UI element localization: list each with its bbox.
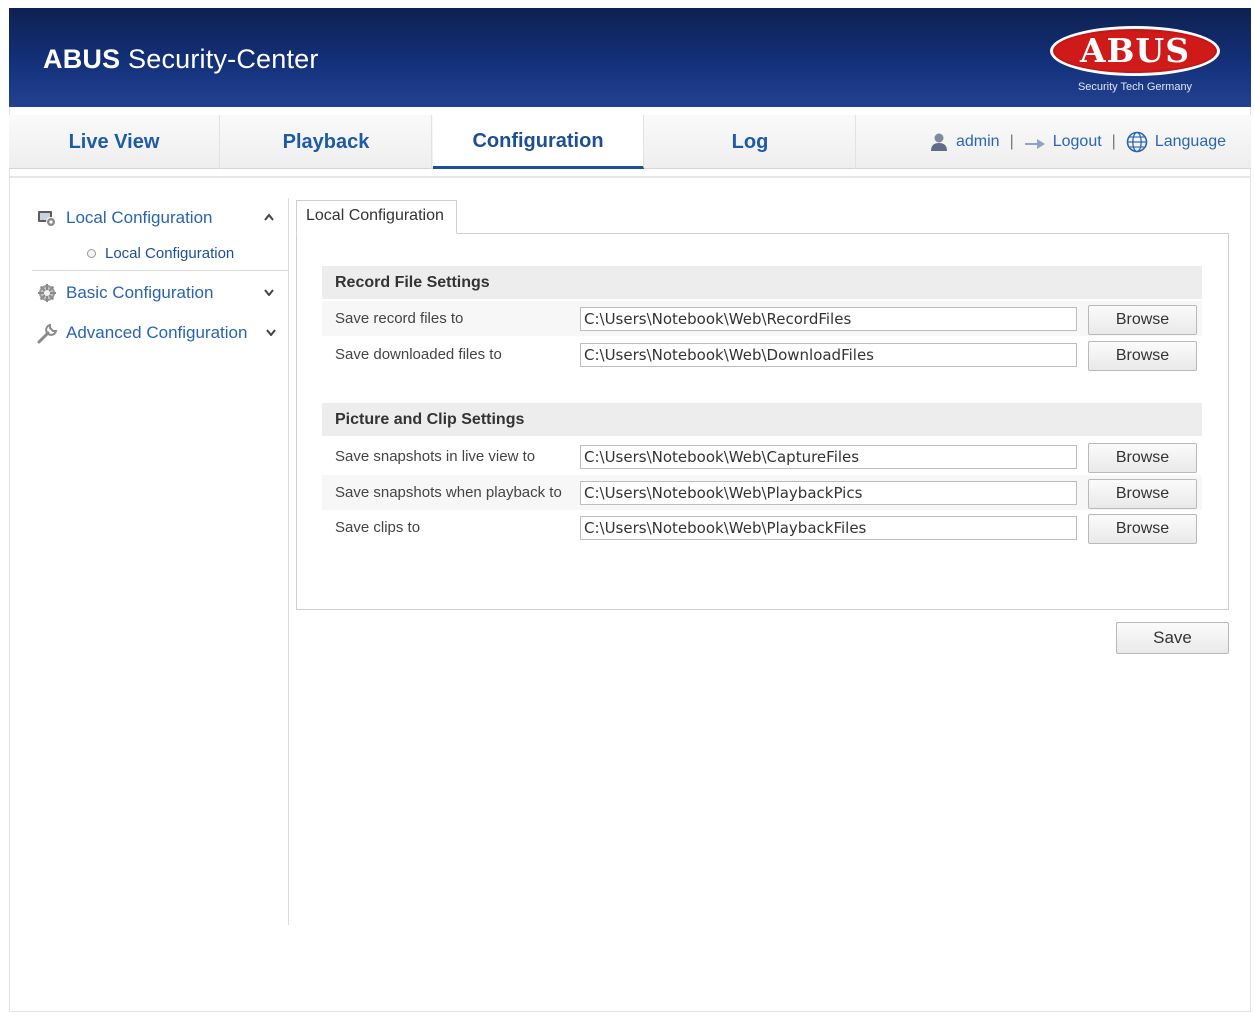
globe-icon xyxy=(1126,131,1148,153)
separator: | xyxy=(1111,133,1116,150)
row-label: Save record files to xyxy=(335,310,464,327)
row-label: Save snapshots when playback to xyxy=(335,484,562,501)
record-files-path-input[interactable] xyxy=(580,307,1077,331)
row-label: Save snapshots in live view to xyxy=(335,448,536,465)
browse-button[interactable]: Browse xyxy=(1088,514,1197,544)
tab-live-view[interactable]: Live View xyxy=(9,115,220,169)
browse-button[interactable]: Browse xyxy=(1088,479,1197,509)
settings-row: Save record files to Browse xyxy=(322,301,1202,336)
abus-logo: ABUS Security Tech Germany xyxy=(1050,26,1220,96)
settings-row: Save clips to Browse xyxy=(322,510,1202,545)
sidebar-item-label: Advanced Configuration xyxy=(66,323,248,342)
header-banner: ABUS Security-Center ABUS Security Tech … xyxy=(9,8,1251,107)
app-title-text: Security-Center xyxy=(128,44,319,74)
browse-button[interactable]: Browse xyxy=(1088,341,1197,371)
live-snapshots-path-input[interactable] xyxy=(580,445,1077,469)
tab-log-label: Log xyxy=(731,130,769,153)
chevron-up-icon xyxy=(264,210,274,224)
sidebar-item-label: Local Configuration xyxy=(66,208,213,227)
row-label: Save clips to xyxy=(335,519,421,536)
logout-icon xyxy=(1024,134,1046,150)
language-label: Language xyxy=(1154,133,1227,150)
chevron-down-icon xyxy=(264,285,274,299)
save-button[interactable]: Save xyxy=(1116,622,1229,654)
sidebar-subitem-local-configuration[interactable]: Local Configuration xyxy=(32,238,288,268)
section-header-record-file-settings: Record File Settings xyxy=(322,266,1202,299)
logout-link[interactable]: Logout xyxy=(1024,133,1102,151)
tab-playback-label: Playback xyxy=(282,130,370,153)
settings-row: Save snapshots in live view to Browse xyxy=(322,439,1202,474)
gear-icon xyxy=(37,283,59,303)
main-nav: Live View Playback Configuration Log adm… xyxy=(9,115,1251,169)
app-title: ABUS Security-Center xyxy=(43,44,319,75)
sidebar-item-basic-configuration[interactable]: Basic Configuration xyxy=(32,273,288,313)
user-menu[interactable]: admin xyxy=(929,132,1000,152)
tab-configuration-label: Configuration xyxy=(472,130,604,152)
user-icon xyxy=(929,132,949,152)
user-area: admin | Logout | Language xyxy=(929,115,1226,169)
logout-label: Logout xyxy=(1052,133,1102,150)
playback-snapshots-path-input[interactable] xyxy=(580,481,1077,505)
sidebar-divider xyxy=(32,270,288,271)
chevron-down-icon xyxy=(266,325,276,339)
tab-configuration[interactable]: Configuration xyxy=(433,115,644,169)
local-config-icon xyxy=(37,208,59,228)
logo-word: ABUS xyxy=(1079,31,1191,70)
row-label: Save downloaded files to xyxy=(335,346,502,363)
sidebar-item-advanced-configuration[interactable]: Advanced Configuration xyxy=(32,313,288,353)
browse-button[interactable]: Browse xyxy=(1088,305,1197,335)
app-title-brand: ABUS xyxy=(43,44,121,74)
logo-tagline: Security Tech Germany xyxy=(1077,81,1193,93)
tab-playback[interactable]: Playback xyxy=(221,115,432,169)
settings-row: Save snapshots when playback to Browse xyxy=(322,475,1202,510)
download-files-path-input[interactable] xyxy=(580,343,1077,367)
wrench-icon xyxy=(37,322,59,344)
section-header-picture-clip-settings: Picture and Clip Settings xyxy=(322,403,1202,436)
sidebar-item-label: Basic Configuration xyxy=(66,283,214,302)
tab-log[interactable]: Log xyxy=(645,115,856,169)
separator: | xyxy=(1009,133,1014,150)
nav-divider xyxy=(9,176,1251,178)
browse-button[interactable]: Browse xyxy=(1088,443,1197,473)
tab-live-view-label: Live View xyxy=(68,130,160,153)
settings-row: Save downloaded files to Browse xyxy=(322,337,1202,372)
sidebar-subitem-label: Local Configuration xyxy=(105,244,235,262)
bullet-icon xyxy=(87,248,96,258)
sidebar-item-local-configuration[interactable]: Local Configuration xyxy=(32,198,288,238)
username: admin xyxy=(956,133,1000,150)
tab-local-configuration[interactable]: Local Configuration xyxy=(296,200,457,234)
sidebar-divider-line xyxy=(288,198,289,925)
language-menu[interactable]: Language xyxy=(1126,131,1226,153)
sidebar: Local Configuration Local Configuration … xyxy=(32,198,288,353)
clips-path-input[interactable] xyxy=(580,516,1077,540)
